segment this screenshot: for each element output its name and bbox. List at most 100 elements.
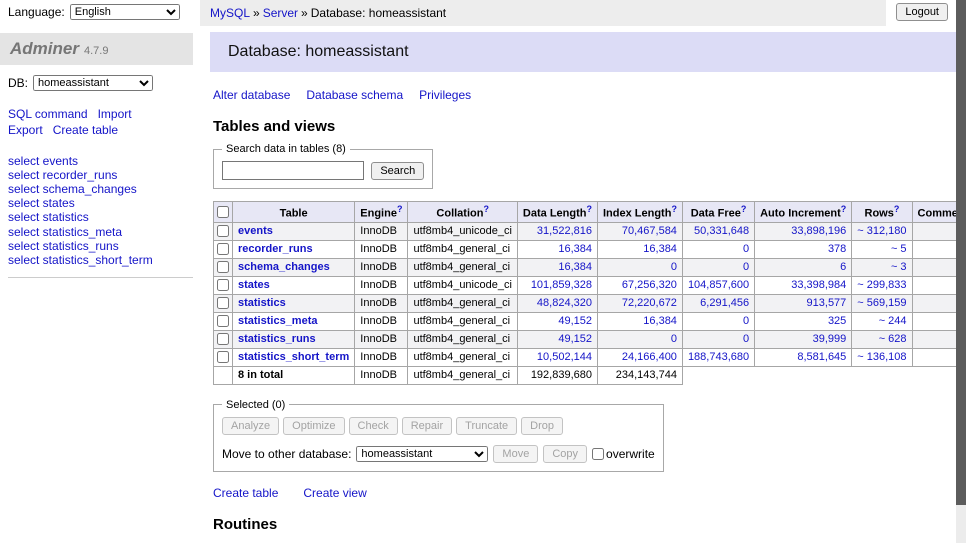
language-select[interactable]: English [70,4,180,20]
row-select-checkbox[interactable] [217,261,229,273]
data-free-link[interactable]: 50,331,648 [694,225,749,237]
data-length-link[interactable]: 16,384 [558,261,592,273]
data-free-link[interactable]: 0 [743,315,749,327]
rows-count-link[interactable]: ~ 569,159 [857,297,906,309]
move-button[interactable]: Move [493,445,538,463]
sidebar-sql-command-link[interactable]: SQL command [8,107,88,121]
overwrite-checkbox[interactable] [592,448,604,460]
alter-database-link[interactable]: Alter database [213,88,290,102]
table-name-link[interactable]: states [238,279,270,291]
row-select-checkbox[interactable] [217,225,229,237]
table-name-link[interactable]: recorder_runs [238,243,313,255]
data-length-link[interactable]: 49,152 [558,315,592,327]
sidebar-item-select-recorder-runs[interactable]: select recorder_runs [8,168,193,182]
optimize-button[interactable]: Optimize [283,417,344,435]
help-icon[interactable]: ? [586,204,592,214]
data-length-link[interactable]: 48,824,320 [537,297,592,309]
help-icon[interactable]: ? [483,204,489,214]
drop-button[interactable]: Drop [521,417,563,435]
help-icon[interactable]: ? [671,204,677,214]
rows-count-link[interactable]: ~ 5 [891,243,907,255]
table-name-link[interactable]: statistics_runs [238,333,316,345]
auto-increment-link[interactable]: 39,999 [813,333,847,345]
rows-count-link[interactable]: ~ 244 [879,315,907,327]
scrollbar[interactable] [956,0,966,543]
data-free-link[interactable]: 6,291,456 [700,297,749,309]
create-view-link[interactable]: Create view [303,486,366,500]
table-name-link[interactable]: events [238,225,273,237]
sidebar-item-select-events[interactable]: select events [8,154,193,168]
sidebar-item-select-statistics-runs[interactable]: select statistics_runs [8,239,193,253]
sidebar-item-select-states[interactable]: select states [8,196,193,210]
scrollbar-thumb[interactable] [956,0,966,505]
logout-button[interactable]: Logout [896,3,948,21]
row-select-checkbox[interactable] [217,333,229,345]
database-schema-link[interactable]: Database schema [306,88,403,102]
data-free-link[interactable]: 104,857,600 [688,279,749,291]
help-icon[interactable]: ? [894,204,900,214]
row-select-checkbox[interactable] [217,279,229,291]
auto-increment-link[interactable]: 33,398,984 [791,279,846,291]
analyze-button[interactable]: Analyze [222,417,279,435]
row-select-checkbox[interactable] [217,243,229,255]
index-length-link[interactable]: 24,166,400 [622,351,677,363]
help-icon[interactable]: ? [397,204,403,214]
sidebar-item-select-schema-changes[interactable]: select schema_changes [8,182,193,196]
repair-button[interactable]: Repair [402,417,452,435]
rows-count-link[interactable]: ~ 312,180 [857,225,906,237]
row-select-checkbox[interactable] [217,315,229,327]
index-length-link[interactable]: 72,220,672 [622,297,677,309]
data-free-link[interactable]: 0 [743,333,749,345]
data-free-link[interactable]: 0 [743,243,749,255]
index-length-link[interactable]: 0 [671,261,677,273]
help-icon[interactable]: ? [841,204,847,214]
sidebar-item-select-statistics[interactable]: select statistics [8,210,193,224]
data-length-link[interactable]: 31,522,816 [537,225,592,237]
copy-button[interactable]: Copy [543,445,587,463]
auto-increment-link[interactable]: 6 [840,261,846,273]
index-length-link[interactable]: 70,467,584 [622,225,677,237]
index-length-link[interactable]: 67,256,320 [622,279,677,291]
auto-increment-link[interactable]: 913,577 [807,297,847,309]
breadcrumb-mysql-link[interactable]: MySQL [210,6,250,20]
sidebar-import-link[interactable]: Import [98,107,132,121]
rows-count-link[interactable]: ~ 628 [879,333,907,345]
sidebar-item-select-statistics-meta[interactable]: select statistics_meta [8,225,193,239]
rows-count-link[interactable]: ~ 3 [891,261,907,273]
rows-count-link[interactable]: ~ 299,833 [857,279,906,291]
sidebar-item-select-statistics-short-term[interactable]: select statistics_short_term [8,253,193,267]
privileges-link[interactable]: Privileges [419,88,471,102]
data-length-link[interactable]: 16,384 [558,243,592,255]
table-name-link[interactable]: statistics_meta [238,315,318,327]
table-name-link[interactable]: schema_changes [238,261,330,273]
data-free-link[interactable]: 188,743,680 [688,351,749,363]
search-input[interactable] [222,161,364,180]
rows-count-link[interactable]: ~ 136,108 [857,351,906,363]
data-length-link[interactable]: 49,152 [558,333,592,345]
sidebar-export-link[interactable]: Export [8,123,43,137]
index-length-link[interactable]: 16,384 [643,243,677,255]
help-icon[interactable]: ? [741,204,747,214]
index-length-link[interactable]: 16,384 [643,315,677,327]
row-select-checkbox[interactable] [217,351,229,363]
sidebar-create-table-link[interactable]: Create table [53,123,118,137]
search-button[interactable]: Search [371,162,424,180]
breadcrumb-server-link[interactable]: Server [263,6,298,20]
row-select-checkbox[interactable] [217,297,229,309]
data-free-link[interactable]: 0 [743,261,749,273]
auto-increment-link[interactable]: 378 [828,243,846,255]
create-table-link[interactable]: Create table [213,486,278,500]
data-length-link[interactable]: 10,502,144 [537,351,592,363]
data-length-link[interactable]: 101,859,328 [531,279,592,291]
table-name-link[interactable]: statistics_short_term [238,351,349,363]
move-db-select[interactable]: homeassistant [356,446,488,462]
table-name-link[interactable]: statistics [238,297,286,309]
db-select[interactable]: homeassistant [33,75,153,91]
index-length-link[interactable]: 0 [671,333,677,345]
auto-increment-link[interactable]: 33,898,196 [791,225,846,237]
check-button[interactable]: Check [349,417,398,435]
select-all-checkbox[interactable] [217,206,229,218]
truncate-button[interactable]: Truncate [456,417,517,435]
auto-increment-link[interactable]: 325 [828,315,846,327]
auto-increment-link[interactable]: 8,581,645 [797,351,846,363]
